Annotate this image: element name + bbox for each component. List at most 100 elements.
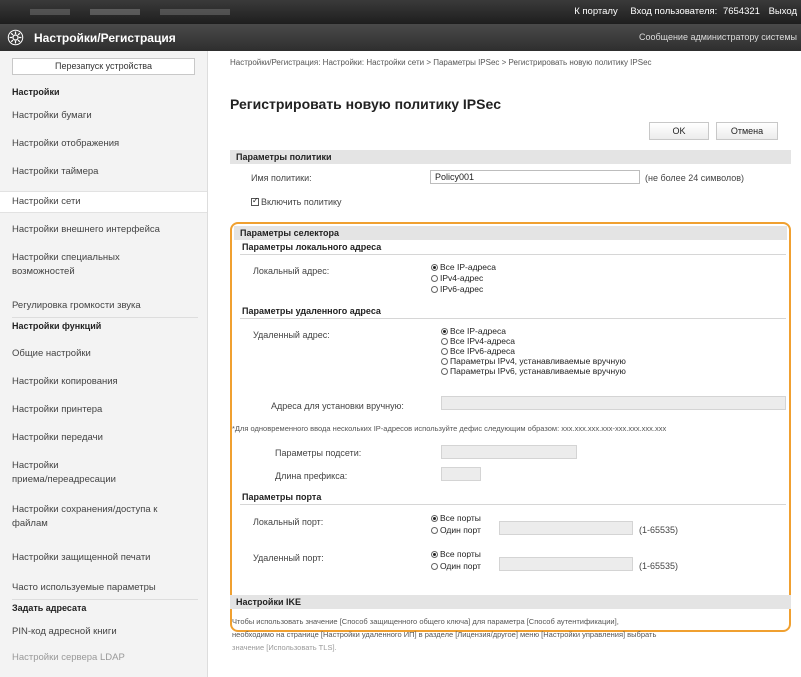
- prefix-length-label: Длина префикса:: [275, 471, 348, 481]
- local-ipv6-radio[interactable]: IPv6-адрес: [431, 284, 483, 294]
- sidebar-item-receive-forward[interactable]: Настройки приема/переадресации: [12, 459, 202, 487]
- sidebar-item-display[interactable]: Настройки отображения: [12, 137, 202, 151]
- sidebar-item-printer[interactable]: Настройки принтера: [12, 403, 202, 417]
- manual-address-field[interactable]: [441, 396, 786, 410]
- remote-manual-ipv6-radio[interactable]: Параметры IPv6, устанавливаемые вручную: [441, 366, 626, 376]
- remote-all-ip-radio[interactable]: Все IP-адреса: [441, 326, 506, 336]
- remote-port-all-radio[interactable]: Все порты: [431, 549, 481, 559]
- sidebar-item-label: Настройки специальных: [12, 252, 120, 263]
- divider: [240, 254, 786, 255]
- sidebar-item-label: файлам: [12, 518, 48, 529]
- local-port-single-radio[interactable]: Один порт: [431, 525, 481, 535]
- sidebar-item-favorites[interactable]: Часто используемые параметры: [12, 581, 202, 595]
- radio-icon: [441, 338, 448, 345]
- device-name-logo: [30, 9, 230, 15]
- sidebar-item-label: приема/переадресации: [12, 474, 116, 485]
- logout-link[interactable]: Выход: [769, 6, 797, 17]
- remote-address-heading: Параметры удаленного адреса: [242, 306, 381, 316]
- sidebar-item-store-access[interactable]: Настройки сохранения/доступа к файлам: [12, 503, 202, 531]
- local-address-heading: Параметры локального адреса: [242, 242, 382, 252]
- local-all-ip-radio[interactable]: Все IP-адреса: [431, 262, 496, 272]
- enable-policy-checkbox[interactable]: Включить политику: [251, 196, 342, 207]
- sidebar-item-network[interactable]: Настройки сети: [0, 191, 207, 213]
- remote-port-range: (1-65535): [639, 561, 679, 571]
- remote-address-label: Удаленный адрес:: [253, 330, 330, 340]
- restart-device-button[interactable]: Перезапуск устройства: [12, 58, 195, 75]
- radio-icon: [431, 527, 438, 534]
- subnet-field[interactable]: [441, 445, 577, 459]
- policy-name-hint: (не более 24 символов): [645, 173, 745, 183]
- radio-selected-icon: [431, 515, 438, 522]
- radio-selected-icon: [441, 328, 448, 335]
- remote-all-ipv6-radio[interactable]: Все IPv6-адреса: [441, 346, 515, 356]
- sidebar-item-secure-print[interactable]: Настройки защищенной печати: [12, 551, 202, 565]
- app-title: Настройки/Регистрация: [34, 31, 176, 45]
- sidebar-item-send[interactable]: Настройки передачи: [12, 431, 202, 445]
- local-port-range: (1-65535): [639, 525, 679, 535]
- sidebar-section-functions: Настройки функций: [12, 321, 102, 331]
- radio-icon: [431, 563, 438, 570]
- sidebar-item-volume[interactable]: Регулировка громкости звука: [12, 299, 202, 313]
- local-ipv4-radio[interactable]: IPv4-адрес: [431, 273, 483, 283]
- main-content: Настройки/Регистрация: Настройки: Настро…: [208, 51, 801, 677]
- ike-note-line: значение [Использовать TLS].: [232, 643, 337, 652]
- sidebar-section-destination: Задать адресата: [12, 603, 87, 613]
- sidebar-item-label: Настройки сохранения/доступа к: [12, 504, 158, 515]
- ike-note-line: необходимо на странице [Настройки удален…: [232, 630, 657, 639]
- local-address-label: Локальный адрес:: [253, 266, 330, 276]
- radio-label: Все IP-адреса: [440, 262, 496, 272]
- radio-label: Все порты: [440, 513, 481, 523]
- radio-icon: [441, 358, 448, 365]
- sidebar-item-address-book-pin[interactable]: PIN-код адресной книги: [12, 625, 202, 639]
- remote-port-label: Удаленный порт:: [253, 553, 324, 563]
- radio-label: Один порт: [440, 525, 481, 535]
- radio-label: Параметры IPv4, устанавливаемые вручную: [450, 356, 626, 366]
- radio-label: Параметры IPv6, устанавливаемые вручную: [450, 366, 626, 376]
- sidebar-divider: [12, 317, 198, 318]
- radio-selected-icon: [431, 264, 438, 271]
- radio-icon: [441, 368, 448, 375]
- radio-label: Один порт: [440, 561, 481, 571]
- remote-all-ipv4-radio[interactable]: Все IPv4-адреса: [441, 336, 515, 346]
- radio-icon: [431, 275, 438, 282]
- prefix-length-field[interactable]: [441, 467, 481, 481]
- policy-name-field[interactable]: Policy001: [430, 170, 640, 184]
- sidebar-item-common[interactable]: Общие настройки: [12, 347, 202, 361]
- radio-label: Все IPv4-адреса: [450, 336, 515, 346]
- local-port-all-radio[interactable]: Все порты: [431, 513, 481, 523]
- selector-params-heading: Параметры селектора: [234, 226, 787, 240]
- sidebar-item-paper[interactable]: Настройки бумаги: [12, 109, 202, 123]
- policy-params-heading: Параметры политики: [230, 150, 791, 164]
- radio-label: Все порты: [440, 549, 481, 559]
- top-bar: К порталу Вход пользователя: 7654321 Вых…: [0, 0, 801, 24]
- sidebar-item-accessibility[interactable]: Настройки специальных возможностей: [12, 251, 202, 279]
- radio-label: Все IP-адреса: [450, 326, 506, 336]
- sidebar: Перезапуск устройства Настройки Настройк…: [0, 51, 208, 677]
- portal-link[interactable]: К порталу: [574, 6, 618, 17]
- breadcrumb: Настройки/Регистрация: Настройки: Настро…: [230, 58, 652, 67]
- remote-port-single-radio[interactable]: Один порт: [431, 561, 481, 571]
- manual-address-label: Адреса для установки вручную:: [271, 401, 404, 411]
- page-title: Регистрировать новую политику IPSec: [230, 96, 502, 112]
- radio-icon: [441, 348, 448, 355]
- sidebar-item-timer[interactable]: Настройки таймера: [12, 165, 202, 179]
- remote-manual-ipv4-radio[interactable]: Параметры IPv4, устанавливаемые вручную: [441, 356, 626, 366]
- enable-policy-label: Включить политику: [261, 197, 342, 207]
- admin-message-link[interactable]: Сообщение администратору системы: [639, 32, 797, 42]
- checkbox-icon: [251, 196, 259, 206]
- app-header: Настройки/Регистрация Сообщение админист…: [0, 24, 801, 51]
- radio-label: Все IPv6-адреса: [450, 346, 515, 356]
- ike-settings-heading: Настройки IKE: [230, 595, 791, 609]
- sidebar-item-label: Настройки: [12, 460, 59, 471]
- remote-port-field[interactable]: [499, 557, 633, 571]
- sidebar-divider: [12, 599, 198, 600]
- sidebar-item-ldap[interactable]: Настройки сервера LDAP: [12, 651, 202, 665]
- top-links: К порталу Вход пользователя: 7654321 Вых…: [564, 6, 797, 17]
- sidebar-item-copy[interactable]: Настройки копирования: [12, 375, 202, 389]
- ok-button[interactable]: OK: [649, 122, 709, 140]
- local-port-field[interactable]: [499, 521, 633, 535]
- sidebar-item-external-interface[interactable]: Настройки внешнего интерфейса: [12, 223, 202, 237]
- cancel-button[interactable]: Отмена: [716, 122, 778, 140]
- login-label: Вход пользователя:: [630, 6, 718, 17]
- radio-selected-icon: [431, 551, 438, 558]
